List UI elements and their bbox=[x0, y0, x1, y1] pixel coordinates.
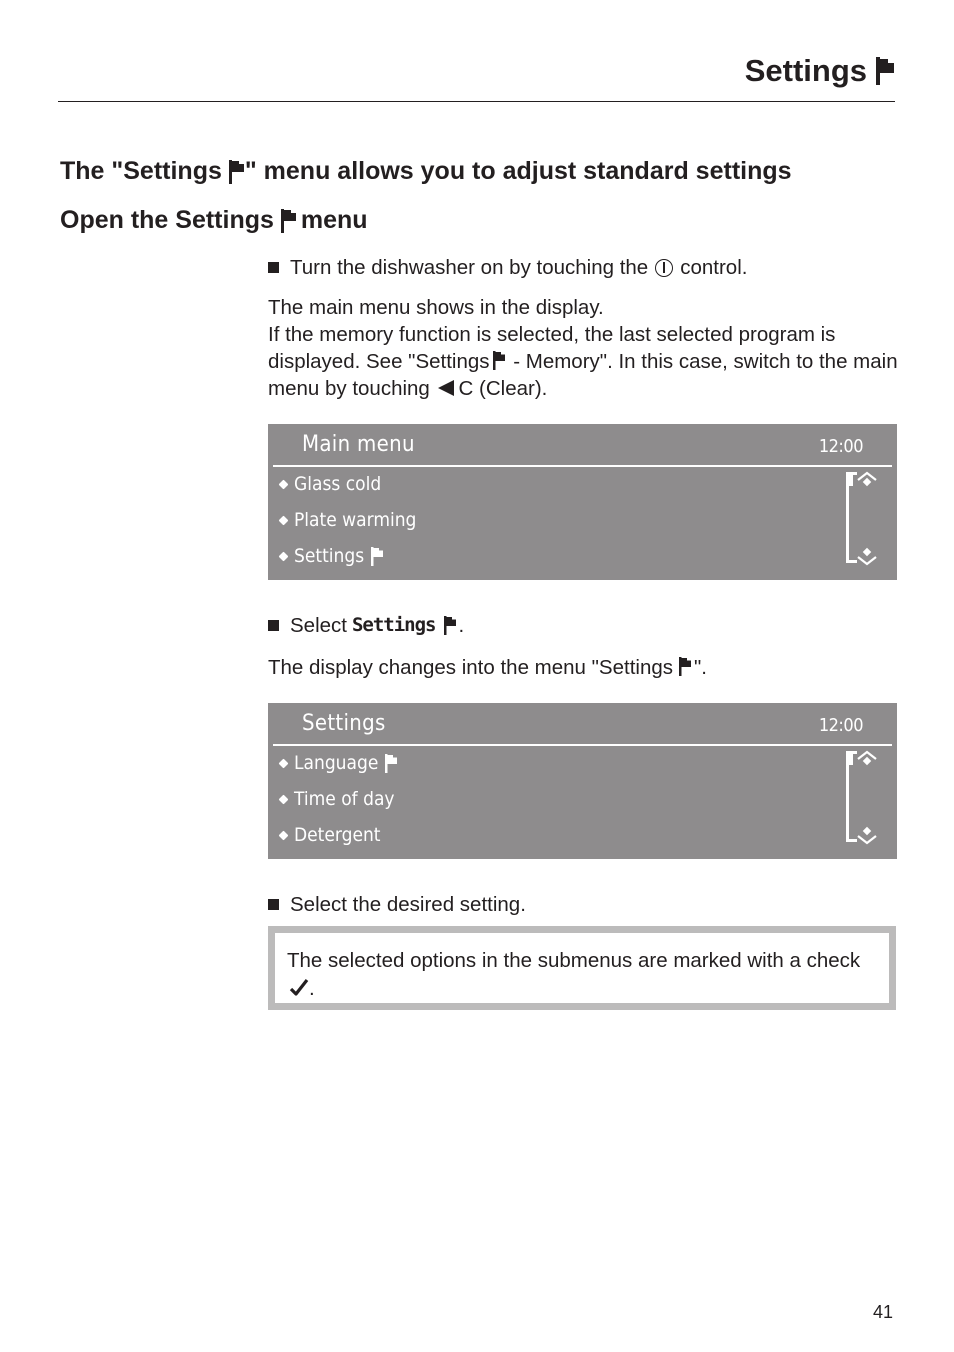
bullet-square-icon bbox=[268, 620, 279, 631]
display-title: Main menu bbox=[302, 432, 415, 457]
menu-item-label: Time of day bbox=[294, 788, 395, 810]
scroll-up-icon[interactable] bbox=[856, 750, 878, 772]
menu-item-settings[interactable]: Settings bbox=[278, 545, 386, 567]
bullet-dot-icon bbox=[278, 479, 289, 489]
note-content: The selected options in the submenus are… bbox=[275, 933, 889, 1003]
flag-icon bbox=[280, 208, 296, 233]
power-icon bbox=[655, 258, 674, 277]
page-title-text: Settings bbox=[744, 53, 867, 88]
menu-item-label: Detergent bbox=[294, 824, 381, 846]
menu-item-plate-warming[interactable]: Plate warming bbox=[278, 509, 417, 531]
triangle-left-icon bbox=[437, 380, 454, 396]
menu-item-label: Settings bbox=[294, 545, 365, 567]
flag-icon bbox=[443, 616, 456, 635]
bullet-square-icon bbox=[268, 262, 279, 273]
display-main-menu: Main menu 12:00 Glass cold Plate warming… bbox=[268, 424, 897, 580]
display-divider bbox=[273, 744, 892, 746]
flag-icon bbox=[679, 657, 691, 676]
step-select-settings: Select Settings . bbox=[268, 612, 898, 639]
step2-text: Select bbox=[290, 614, 347, 637]
step1-text: Turn the dishwasher on by touching the bbox=[290, 256, 649, 279]
menu-item-label: Glass cold bbox=[294, 473, 382, 495]
step2-display-text: Settings bbox=[351, 614, 437, 636]
section-heading: The "Settings " menu allows you to adjus… bbox=[60, 157, 792, 186]
paragraph2-text-after: ". bbox=[694, 656, 707, 679]
step-select-desired: Select the desired setting. bbox=[268, 891, 898, 918]
check-icon bbox=[289, 979, 309, 996]
subheading: Open the Settings menu bbox=[60, 206, 368, 235]
flag-icon bbox=[492, 351, 505, 370]
paragraph2-text: The display changes into the menu "Setti… bbox=[268, 656, 673, 679]
note-box: The selected options in the submenus are… bbox=[268, 926, 896, 1010]
flag-icon bbox=[385, 753, 398, 773]
subheading-suffix: menu bbox=[300, 206, 368, 234]
step1-text-after: control. bbox=[680, 256, 748, 279]
scroll-down-icon[interactable] bbox=[856, 824, 878, 846]
subheading-prefix: Open the Settings bbox=[60, 206, 274, 234]
step-turn-on: Turn the dishwasher on by touching the c… bbox=[268, 254, 898, 281]
scrollbar-track bbox=[846, 486, 849, 562]
page-header: Settings bbox=[58, 48, 895, 102]
bullet-dot-icon bbox=[278, 830, 289, 840]
paragraph1-text-3: C (Clear). bbox=[458, 377, 548, 400]
bullet-dot-icon bbox=[278, 515, 289, 525]
menu-item-glass-cold[interactable]: Glass cold bbox=[278, 473, 382, 495]
note-text-after: . bbox=[309, 977, 315, 1000]
paragraph-display-changes: The display changes into the menu "Setti… bbox=[268, 654, 898, 681]
menu-item-label: Language bbox=[294, 752, 379, 774]
bullet-dot-icon bbox=[278, 794, 289, 804]
section-heading-prefix: The "Settings bbox=[60, 157, 222, 185]
page-title: Settings bbox=[745, 53, 895, 89]
page-number: 41 bbox=[872, 1302, 893, 1322]
scroll-down-icon[interactable] bbox=[856, 545, 878, 567]
step3-text: Select the desired setting. bbox=[290, 893, 526, 916]
flag-icon bbox=[228, 159, 244, 184]
display-divider bbox=[273, 465, 892, 467]
display-time: 12:00 bbox=[818, 715, 864, 736]
bullet-dot-icon bbox=[278, 758, 289, 768]
bullet-dot-icon bbox=[278, 551, 289, 561]
menu-item-language[interactable]: Language bbox=[278, 752, 400, 774]
note-text: The selected options in the submenus are… bbox=[287, 949, 861, 972]
paragraph1-line1: The main menu shows in the display. bbox=[268, 296, 604, 319]
paragraph1-body: If the memory function is selected, the … bbox=[268, 321, 898, 402]
display-time: 12:00 bbox=[818, 436, 864, 457]
scrollbar-thumb bbox=[846, 751, 853, 765]
display-title: Settings bbox=[302, 711, 386, 736]
display-settings-menu: Settings 12:00 Language Time of day Dete… bbox=[268, 703, 897, 859]
step2-text-after: . bbox=[458, 614, 465, 637]
scrollbar-thumb bbox=[846, 472, 853, 486]
paragraph-main-menu: The main menu shows in the display. If t… bbox=[268, 294, 898, 402]
menu-item-detergent[interactable]: Detergent bbox=[278, 824, 381, 846]
menu-item-label: Plate warming bbox=[294, 509, 417, 531]
bullet-square-icon bbox=[268, 899, 279, 910]
scroll-up-icon[interactable] bbox=[856, 471, 878, 493]
flag-icon bbox=[371, 546, 384, 566]
section-heading-suffix: " menu allows you to adjust standard set… bbox=[244, 157, 792, 185]
menu-item-time-of-day[interactable]: Time of day bbox=[278, 788, 395, 810]
scrollbar-track bbox=[846, 765, 849, 841]
flag-icon bbox=[876, 57, 894, 85]
